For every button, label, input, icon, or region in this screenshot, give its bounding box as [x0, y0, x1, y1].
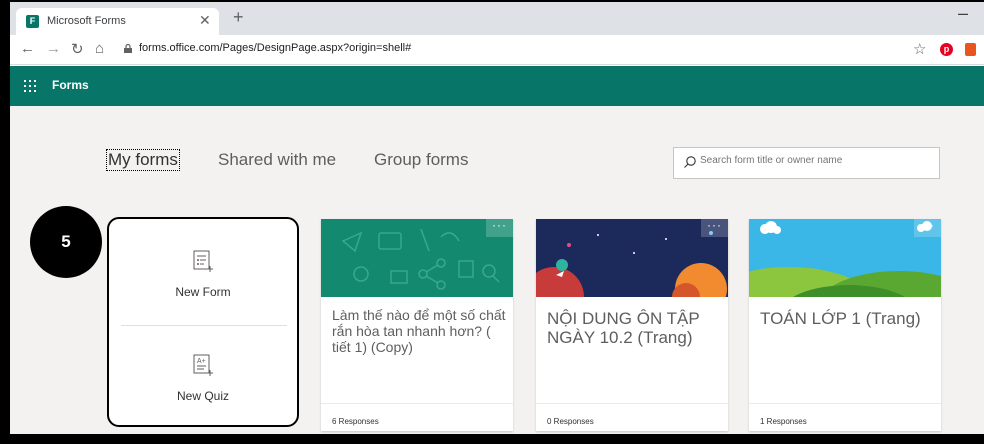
tab-group-forms[interactable]: Group forms [374, 150, 468, 170]
more-options-icon[interactable]: ··· [914, 219, 941, 237]
form-title: NỘI DUNG ÔN TẬP NGÀY 10.2 (Trang) [547, 309, 700, 347]
minimize-icon[interactable]: – [958, 3, 968, 24]
green-hills-banner: ··· [749, 219, 941, 297]
tab-strip: F Microsoft Forms ✕ + – [10, 2, 984, 35]
new-quiz-label: New Quiz [176, 389, 229, 403]
address-toolbar: ← → ↻ ⌂ forms.office.com/Pages/DesignPag… [10, 35, 984, 65]
search-box[interactable] [673, 147, 940, 179]
form-card[interactable]: ··· NỘI DUNG ÔN TẬP NGÀY 10.2 (Trang) 0 … [536, 219, 728, 431]
forward-icon[interactable]: → [46, 40, 61, 57]
space-banner: ··· [536, 219, 728, 297]
back-icon[interactable]: ← [20, 40, 35, 57]
step-number-badge: 5 [30, 206, 102, 278]
tab-shared-with-me[interactable]: Shared with me [218, 150, 336, 170]
form-card[interactable]: ··· Làm thế nào để một số chất rắn hòa t… [321, 219, 513, 431]
app-name[interactable]: Forms [52, 78, 89, 92]
browser-tab[interactable]: F Microsoft Forms ✕ [16, 8, 219, 35]
new-form-icon [193, 250, 213, 272]
office-extension-icon[interactable] [965, 43, 976, 56]
divider [121, 325, 287, 326]
form-title: Làm thế nào để một số chất rắn hòa tan n… [332, 307, 506, 355]
forms-header: Forms [10, 66, 984, 106]
card-divider [749, 403, 941, 404]
address-bar[interactable]: forms.office.com/Pages/DesignPage.aspx?o… [139, 42, 411, 54]
teal-doodle-banner: ··· [321, 219, 513, 297]
new-quiz-button[interactable]: A+ New Quiz [109, 353, 297, 403]
response-count: 6 Responses [332, 417, 379, 426]
bookmark-star-icon[interactable]: ☆ [913, 40, 926, 58]
form-title: TOÁN LỚP 1 (Trang) [760, 309, 921, 328]
new-tab-icon[interactable]: + [233, 7, 244, 28]
svg-text:A+: A+ [197, 358, 206, 365]
lock-icon [124, 44, 132, 53]
new-quiz-icon: A+ [193, 354, 213, 376]
forms-favicon-icon: F [26, 15, 39, 28]
more-options-icon[interactable]: ··· [486, 219, 513, 237]
search-icon [684, 156, 696, 168]
pinterest-extension-icon[interactable]: p [940, 43, 953, 56]
tab-title: Microsoft Forms [47, 15, 126, 27]
home-icon[interactable]: ⌂ [95, 40, 104, 57]
card-divider [321, 403, 513, 404]
form-card[interactable]: ··· TOÁN LỚP 1 (Trang) 1 Responses [749, 219, 941, 431]
new-form-button[interactable]: New Form [109, 249, 297, 299]
response-count: 0 Responses [547, 417, 594, 426]
more-options-icon[interactable]: ··· [701, 219, 728, 237]
response-count: 1 Responses [760, 417, 807, 426]
browser-window: F Microsoft Forms ✕ + – ← → ↻ ⌂ forms.of… [0, 0, 984, 444]
close-tab-icon[interactable]: ✕ [199, 12, 211, 29]
app-launcher-icon[interactable] [24, 80, 36, 92]
card-divider [536, 403, 728, 404]
reload-icon[interactable]: ↻ [71, 40, 84, 58]
main-content: My forms Shared with me Group forms 5 Ne… [10, 106, 984, 434]
new-form-label: New Form [175, 285, 231, 299]
tab-my-forms[interactable]: My forms [106, 149, 180, 171]
search-input[interactable] [700, 155, 930, 166]
create-new-panel: New Form A+ New Quiz [107, 217, 299, 427]
